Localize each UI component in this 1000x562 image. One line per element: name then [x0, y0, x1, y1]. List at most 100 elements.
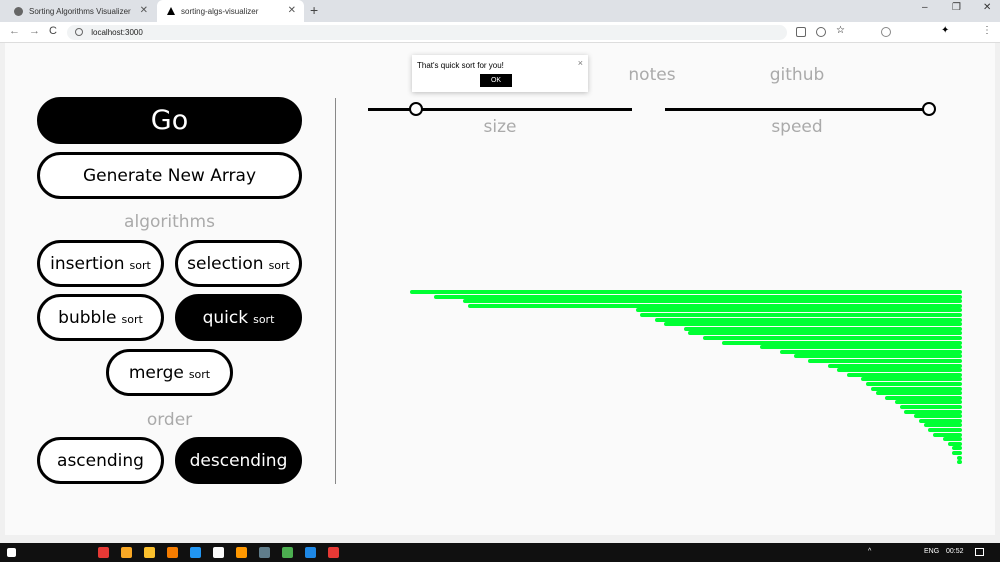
array-bar: [683, 326, 962, 331]
array-bar: [952, 451, 962, 455]
taskbar-app-icon[interactable]: [190, 547, 201, 558]
array-bar: [808, 359, 962, 363]
notification-toast: That's quick sort for you! × OK: [412, 55, 588, 92]
reload-button[interactable]: C: [49, 25, 57, 37]
array-bar: [664, 322, 962, 327]
taskbar-app-icon[interactable]: [259, 547, 270, 558]
language-indicator[interactable]: ENG: [924, 548, 939, 555]
array-bar: [654, 317, 962, 322]
array-bar: [923, 423, 962, 428]
array-bar: [702, 336, 962, 340]
array-bar: [640, 313, 962, 317]
notification-icon[interactable]: [975, 548, 984, 556]
close-icon[interactable]: ×: [578, 58, 583, 68]
algo-suffix: sort: [268, 259, 290, 272]
array-bar: [894, 400, 962, 405]
avatar[interactable]: [961, 27, 971, 37]
taskbar-app-icon[interactable]: [213, 547, 224, 558]
clock[interactable]: 00:52: [946, 548, 964, 555]
array-bar: [928, 428, 962, 432]
size-slider-thumb[interactable]: [408, 102, 423, 116]
quick-sort-button[interactable]: quick sort: [175, 294, 302, 341]
algo-name: merge: [128, 362, 184, 383]
taskbar-app-icon[interactable]: [305, 547, 316, 558]
algo-suffix: sort: [253, 313, 275, 326]
toast-message: That's quick sort for you!: [417, 61, 504, 70]
windows-start-icon[interactable]: [7, 548, 16, 557]
array-bar: [914, 414, 962, 419]
array-bar: [434, 294, 962, 299]
speed-label: speed: [771, 117, 823, 137]
algo-suffix: sort: [129, 259, 151, 272]
algo-suffix: sort: [188, 368, 211, 381]
ascending-button[interactable]: ascending: [37, 437, 164, 484]
taskbar-app-icon[interactable]: [236, 547, 247, 558]
array-bar: [899, 405, 962, 409]
generate-array-button[interactable]: Generate New Array: [37, 152, 302, 199]
extension-icon[interactable]: [901, 27, 911, 37]
array-bar: [760, 345, 962, 350]
extension-icon[interactable]: [861, 27, 871, 37]
close-tab-icon[interactable]: ✕: [140, 5, 148, 16]
tab-sorting-algs[interactable]: sorting-algs-visualizer ✕: [157, 0, 304, 22]
close-tab-icon[interactable]: ✕: [288, 5, 296, 16]
array-bar: [846, 372, 962, 377]
array-bar: [875, 391, 962, 396]
array-bar: [794, 354, 962, 359]
close-window-button[interactable]: ✕: [983, 2, 991, 13]
taskbar-app-icon[interactable]: [282, 547, 293, 558]
back-button[interactable]: ←: [9, 25, 20, 37]
array-bar: [837, 368, 962, 373]
taskbar-app-icon[interactable]: [121, 547, 132, 558]
algo-name: insertion: [50, 253, 125, 274]
size-label: size: [483, 117, 517, 137]
bubble-sort-button[interactable]: bubble sort: [37, 294, 164, 341]
new-tab-button[interactable]: +: [310, 2, 318, 18]
zoom-icon[interactable]: [816, 27, 826, 37]
selection-sort-button[interactable]: selection sort: [175, 240, 302, 287]
array-bar: [904, 409, 962, 414]
ok-button[interactable]: OK: [480, 74, 512, 87]
taskbar-app-icon[interactable]: [144, 547, 155, 558]
array-bar: [957, 455, 962, 460]
translate-icon[interactable]: [796, 27, 806, 37]
chevron-up-icon[interactable]: ^: [868, 548, 871, 555]
array-bar: [947, 441, 962, 446]
forward-button[interactable]: →: [29, 25, 40, 37]
speed-slider-thumb[interactable]: [922, 102, 936, 116]
array-bar: [779, 349, 962, 354]
order-label: descending: [189, 450, 288, 471]
insertion-sort-button[interactable]: insertion sort: [37, 240, 164, 287]
taskbar-app-icon[interactable]: [328, 547, 339, 558]
puzzle-icon[interactable]: ✦: [941, 25, 951, 36]
extension-icon[interactable]: [921, 27, 931, 37]
algo-name: selection: [187, 253, 264, 274]
algorithms-heading: algorithms: [124, 212, 215, 232]
algo-name: quick: [202, 307, 249, 328]
tab-sorting-visualizer[interactable]: Sorting Algorithms Visualizer ✕: [4, 0, 156, 22]
merge-sort-button[interactable]: merge sort: [106, 349, 233, 396]
go-button[interactable]: Go: [37, 97, 302, 144]
info-icon[interactable]: [75, 28, 83, 36]
array-bar: [827, 363, 962, 368]
browser-toolbar: ← → C localhost:3000 ☆ ✦ ⋮: [0, 22, 1000, 43]
taskbar-app-icon[interactable]: [167, 547, 178, 558]
array-bar: [866, 382, 962, 386]
size-slider-track[interactable]: [368, 108, 632, 111]
extension-icon[interactable]: [881, 27, 891, 37]
array-bar: [410, 290, 962, 294]
menu-icon[interactable]: ⋮: [982, 25, 992, 36]
order-label: ascending: [57, 450, 144, 471]
address-bar[interactable]: localhost:3000: [67, 25, 787, 40]
star-icon[interactable]: ☆: [836, 25, 846, 36]
descending-button[interactable]: descending: [175, 437, 302, 484]
github-link[interactable]: github: [762, 65, 832, 85]
taskbar-app-icon[interactable]: [98, 547, 109, 558]
notes-link[interactable]: notes: [622, 65, 682, 85]
restore-button[interactable]: ❐: [952, 2, 961, 13]
array-bar: [933, 432, 962, 437]
array-bar: [957, 460, 962, 465]
algo-suffix: sort: [121, 313, 143, 326]
speed-slider-track[interactable]: [665, 108, 929, 111]
minimize-button[interactable]: –: [922, 2, 928, 13]
